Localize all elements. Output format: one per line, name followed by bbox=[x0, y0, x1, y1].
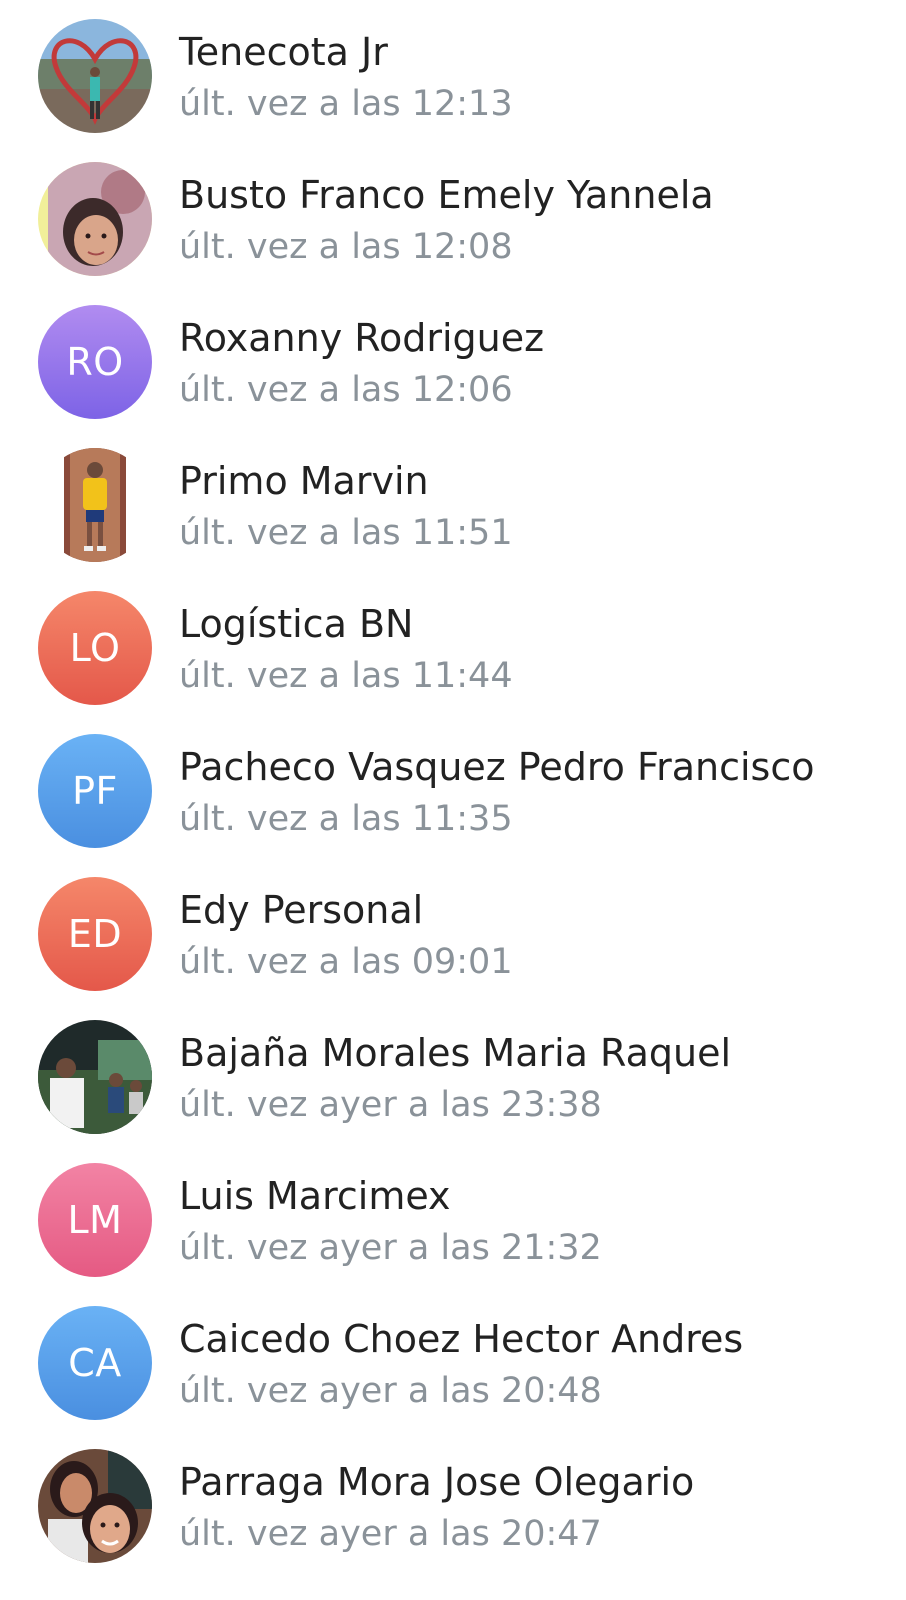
contact-name: Pacheco Vasquez Pedro Francisco bbox=[179, 745, 815, 789]
contact-row[interactable]: Tenecota Jr últ. vez a las 12:13 bbox=[0, 0, 906, 143]
avatar-initials: LO bbox=[69, 626, 121, 670]
contact-name: Luis Marcimex bbox=[179, 1174, 451, 1218]
contact-name: Roxanny Rodriguez bbox=[179, 316, 545, 360]
contact-row[interactable]: RO Roxanny Rodriguez últ. vez a las 12:0… bbox=[0, 286, 906, 429]
avatar-initials: RO bbox=[66, 340, 124, 384]
last-seen-status: últ. vez ayer a las 20:48 bbox=[179, 1371, 602, 1411]
avatar-photo bbox=[38, 1449, 152, 1563]
contact-row[interactable]: Parraga Mora Jose Olegario últ. vez ayer… bbox=[0, 1430, 906, 1573]
contact-avatar[interactable] bbox=[38, 19, 152, 133]
contact-avatar[interactable]: LO bbox=[38, 591, 152, 705]
contact-name: Bajaña Morales Maria Raquel bbox=[179, 1031, 732, 1075]
contact-name: Parraga Mora Jose Olegario bbox=[179, 1460, 695, 1504]
contact-row[interactable]: Bajaña Morales Maria Raquel últ. vez aye… bbox=[0, 1001, 906, 1144]
avatar-photo bbox=[38, 162, 152, 276]
contact-row[interactable]: LM Luis Marcimex últ. vez ayer a las 21:… bbox=[0, 1144, 906, 1287]
contact-row[interactable]: Primo Marvin últ. vez a las 11:51 bbox=[0, 429, 906, 572]
contact-name: Primo Marvin bbox=[179, 459, 429, 503]
avatar-photo bbox=[38, 448, 152, 562]
last-seen-status: últ. vez a las 12:13 bbox=[179, 84, 513, 124]
last-seen-status: últ. vez ayer a las 23:38 bbox=[179, 1085, 602, 1125]
contact-avatar[interactable]: RO bbox=[38, 305, 152, 419]
contact-name: Busto Franco Emely Yannela bbox=[179, 173, 714, 217]
avatar-initials: LM bbox=[67, 1198, 123, 1242]
contact-name: Tenecota Jr bbox=[179, 30, 388, 74]
contact-row[interactable]: LO Logística BN últ. vez a las 11:44 bbox=[0, 572, 906, 715]
contact-avatar[interactable] bbox=[38, 1020, 152, 1134]
contact-row[interactable]: PF Pacheco Vasquez Pedro Francisco últ. … bbox=[0, 715, 906, 858]
contact-name: Edy Personal bbox=[179, 888, 424, 932]
last-seen-status: últ. vez a las 11:44 bbox=[179, 656, 513, 696]
contact-list: Tenecota Jr últ. vez a las 12:13 Busto F… bbox=[0, 0, 906, 1600]
avatar-photo bbox=[38, 19, 152, 133]
contact-name: Logística BN bbox=[179, 602, 414, 646]
avatar-photo bbox=[38, 1020, 152, 1134]
contact-avatar[interactable] bbox=[38, 1449, 152, 1563]
contact-avatar[interactable] bbox=[38, 162, 152, 276]
contact-avatar[interactable]: CA bbox=[38, 1306, 152, 1420]
last-seen-status: últ. vez a las 11:51 bbox=[179, 513, 513, 553]
contact-row[interactable]: ED Edy Personal últ. vez a las 09:01 bbox=[0, 858, 906, 1001]
last-seen-status: últ. vez a las 12:08 bbox=[179, 227, 513, 267]
contact-avatar[interactable]: ED bbox=[38, 877, 152, 991]
last-seen-status: últ. vez a las 11:35 bbox=[179, 799, 513, 839]
contact-avatar[interactable] bbox=[38, 448, 152, 562]
contact-row[interactable]: CA Caicedo Choez Hector Andres últ. vez … bbox=[0, 1287, 906, 1430]
last-seen-status: últ. vez a las 09:01 bbox=[179, 942, 513, 982]
last-seen-status: últ. vez ayer a las 21:32 bbox=[179, 1228, 602, 1268]
last-seen-status: últ. vez a las 12:06 bbox=[179, 370, 513, 410]
contact-avatar[interactable]: LM bbox=[38, 1163, 152, 1277]
avatar-initials: PF bbox=[72, 769, 118, 813]
avatar-initials: ED bbox=[67, 912, 123, 956]
contact-name: Caicedo Choez Hector Andres bbox=[179, 1317, 744, 1361]
avatar-initials: CA bbox=[68, 1341, 122, 1385]
contact-row[interactable]: Busto Franco Emely Yannela últ. vez a la… bbox=[0, 143, 906, 286]
contact-avatar[interactable]: PF bbox=[38, 734, 152, 848]
last-seen-status: últ. vez ayer a las 20:47 bbox=[179, 1514, 602, 1554]
